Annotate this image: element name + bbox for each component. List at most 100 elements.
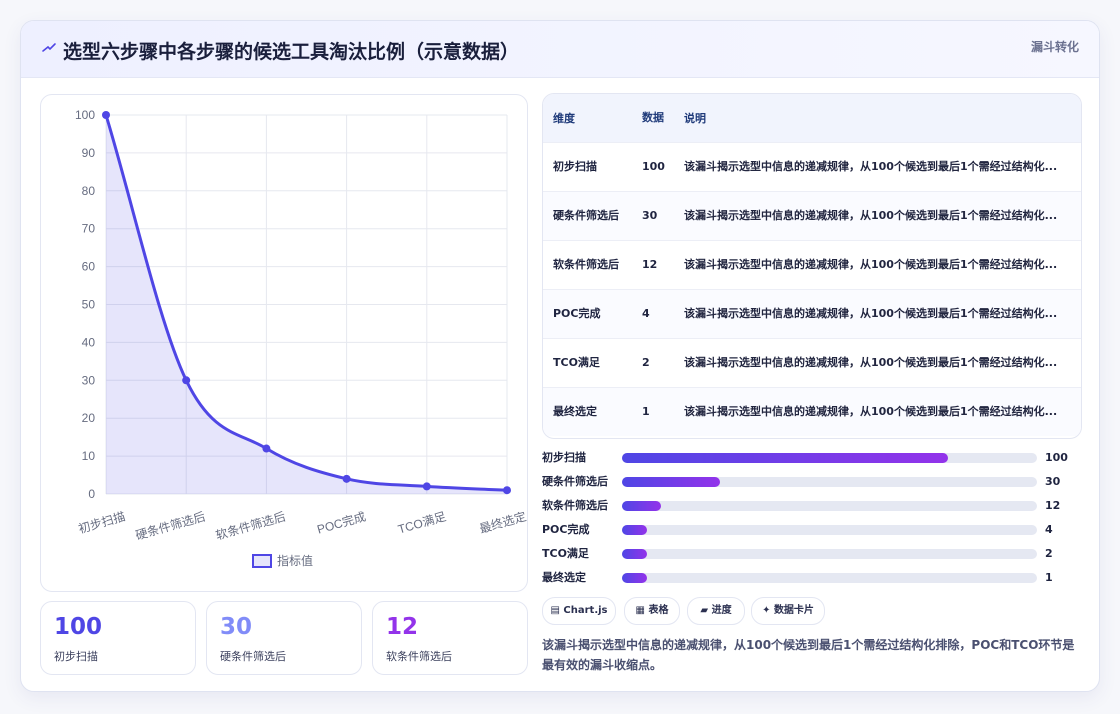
chart-panel: 0 10 20 30 40 50 60 70 80 90 100 初步扫描 硬条件筛选后 软条件筛选后 PO… bbox=[40, 94, 528, 592]
chip-2[interactable]: ▰ 进度 bbox=[687, 597, 745, 625]
chip-1[interactable]: ▦ 表格 bbox=[624, 597, 680, 625]
y-tick-label: 60 bbox=[82, 260, 96, 274]
progress-row: 最终选定 1 bbox=[542, 570, 1082, 586]
data-point bbox=[342, 474, 351, 483]
cell-description: 该漏斗揭示选型中信息的递减规律，从100个候选到最后1个需经过结构化... bbox=[674, 191, 1081, 241]
progress-label: 软条件筛选后 bbox=[542, 499, 608, 512]
chip-label: Chart.js bbox=[563, 605, 608, 616]
chip-label: 进度 bbox=[711, 605, 732, 616]
y-tick-label: 40 bbox=[82, 335, 96, 349]
table-row: 初步扫描 100 该漏斗揭示选型中信息的递减规律，从100个候选到最后1个需经过结构… bbox=[543, 142, 1081, 192]
progress-track bbox=[622, 573, 1037, 583]
y-tick-label: 20 bbox=[82, 411, 96, 425]
cell-description: 该漏斗揭示选型中信息的递减规律，从100个候选到最后1个需经过结构化... bbox=[674, 387, 1081, 436]
table-row: TCO满足 2 该漏斗揭示选型中信息的递减规律，从100个候选到最后1个需经过结构化… bbox=[543, 338, 1081, 388]
kpi-label: 软条件筛选后 bbox=[386, 650, 452, 663]
x-tick-label: POC完成 bbox=[315, 508, 367, 536]
data-point bbox=[262, 444, 271, 453]
progress-track bbox=[622, 525, 1037, 535]
y-tick-label: 30 bbox=[82, 373, 96, 387]
data-point bbox=[503, 486, 511, 495]
progress-fill bbox=[622, 453, 948, 463]
kpi-card: 100 初步扫描 bbox=[40, 601, 196, 675]
y-tick-label: 80 bbox=[82, 184, 96, 198]
progress-row: 软条件筛选后 12 bbox=[542, 498, 1082, 514]
cell-value: 1 bbox=[632, 387, 674, 436]
progress-track bbox=[622, 549, 1037, 559]
table-row: POC完成 4 该漏斗揭示选型中信息的递减规律，从100个候选到最后1个需经过结构化… bbox=[543, 289, 1081, 339]
y-tick-label: 100 bbox=[75, 108, 95, 122]
y-tick-label: 90 bbox=[82, 146, 96, 160]
chip-icon: ▤ bbox=[550, 605, 560, 616]
x-tick-label: 软条件筛选后 bbox=[214, 508, 287, 542]
x-tick-label: 初步扫描 bbox=[77, 509, 127, 536]
progress-fill bbox=[622, 573, 647, 583]
chip-icon: ▦ bbox=[635, 605, 645, 616]
chip-3[interactable]: ✦ 数据卡片 bbox=[751, 597, 825, 625]
progress-label: 最终选定 bbox=[542, 571, 586, 584]
progress-label: 硬条件筛选后 bbox=[542, 475, 608, 488]
cell-description: 该漏斗揭示选型中信息的递减规律，从100个候选到最后1个需经过结构化... bbox=[674, 142, 1081, 192]
progress-fill bbox=[622, 549, 647, 559]
progress-row: TCO满足 2 bbox=[542, 546, 1082, 562]
kpi-label: 初步扫描 bbox=[54, 650, 98, 663]
cell-value: 4 bbox=[632, 289, 674, 339]
progress-fill bbox=[622, 501, 661, 511]
cell-description: 该漏斗揭示选型中信息的递减规律，从100个候选到最后1个需经过结构化... bbox=[674, 338, 1081, 388]
cell-dimension: 最终选定 bbox=[543, 387, 632, 436]
y-tick-label: 70 bbox=[82, 222, 96, 236]
x-tick-label: 硬条件筛选后 bbox=[134, 508, 207, 542]
area-chart: 0 10 20 30 40 50 60 70 80 90 100 初步扫描 硬条件筛选后 软条件筛选后 PO… bbox=[75, 108, 527, 568]
y-tick-label: 0 bbox=[88, 487, 95, 501]
progress-label: POC完成 bbox=[542, 523, 590, 536]
data-point bbox=[102, 111, 110, 119]
x-tick-label: TCO满足 bbox=[396, 509, 447, 536]
cell-value: 2 bbox=[632, 338, 674, 388]
legend-label: 指标值 bbox=[277, 553, 313, 568]
cell-description: 该漏斗揭示选型中信息的递减规律，从100个候选到最后1个需经过结构化... bbox=[674, 240, 1081, 290]
progress-value: 30 bbox=[1045, 475, 1061, 488]
progress-label: TCO满足 bbox=[542, 547, 589, 560]
bolt-icon bbox=[42, 43, 56, 52]
table-header-row: 维度 数据 说明 bbox=[543, 94, 1081, 143]
header-description: 说明 bbox=[674, 94, 1081, 143]
y-tick-label: 50 bbox=[82, 298, 96, 312]
progress-row: 硬条件筛选后 30 bbox=[542, 474, 1082, 490]
data-table: 维度 数据 说明 初步扫描 100 该漏斗揭示选型中信息的递减规律，从100个候选到… bbox=[543, 94, 1081, 436]
funnel-badge: 漏斗转化 bbox=[1030, 40, 1079, 54]
progress-value: 12 bbox=[1045, 499, 1061, 512]
page-title: 选型六步骤中各步骤的候选工具淘汰比例（示意数据） bbox=[63, 41, 520, 63]
progress-value: 1 bbox=[1045, 571, 1053, 584]
cell-value: 30 bbox=[632, 191, 674, 241]
progress-row: 初步扫描 100 bbox=[542, 450, 1082, 466]
cell-description: 该漏斗揭示选型中信息的递减规律，从100个候选到最后1个需经过结构化... bbox=[674, 289, 1081, 339]
summary-text: 该漏斗揭示选型中信息的递减规律，从100个候选到最后1个需经过结构化排除，POC… bbox=[542, 638, 1075, 672]
progress-row: POC完成 4 bbox=[542, 522, 1082, 538]
chip-label: 表格 bbox=[648, 605, 669, 616]
data-point bbox=[182, 376, 191, 385]
cell-dimension: 硬条件筛选后 bbox=[543, 191, 632, 241]
header-data: 数据 bbox=[632, 94, 674, 143]
progress-label: 初步扫描 bbox=[542, 451, 586, 464]
header-dimension: 维度 bbox=[543, 94, 632, 143]
table-row: 软条件筛选后 12 该漏斗揭示选型中信息的递减规律，从100个候选到最后1个需经过结… bbox=[543, 240, 1081, 290]
progress-track bbox=[622, 453, 1037, 463]
chip-0[interactable]: ▤ Chart.js bbox=[542, 597, 616, 625]
data-table-panel: 维度 数据 说明 初步扫描 100 该漏斗揭示选型中信息的递减规律，从100个候选到… bbox=[542, 93, 1082, 439]
chip-icon: ▰ bbox=[700, 605, 709, 616]
kpi-label: 硬条件筛选后 bbox=[220, 650, 286, 663]
table-row: 最终选定 1 该漏斗揭示选型中信息的递减规律，从100个候选到最后1个需经过结构化.… bbox=[543, 387, 1081, 436]
cell-value: 100 bbox=[632, 142, 674, 192]
header: 选型六步骤中各步骤的候选工具淘汰比例（示意数据） 漏斗转化 bbox=[21, 21, 1099, 78]
y-tick-label: 10 bbox=[82, 449, 96, 463]
progress-value: 4 bbox=[1045, 523, 1053, 536]
cell-dimension: 初步扫描 bbox=[543, 142, 632, 192]
progress-track bbox=[622, 477, 1037, 487]
data-point bbox=[422, 482, 431, 491]
cell-dimension: TCO满足 bbox=[543, 338, 632, 388]
cell-dimension: POC完成 bbox=[543, 289, 632, 339]
kpi-value: 100 bbox=[54, 614, 103, 640]
card: 选型六步骤中各步骤的候选工具淘汰比例（示意数据） 漏斗转化 0 10 20 30 40 5… bbox=[20, 20, 1100, 692]
chip-label: 数据卡片 bbox=[773, 605, 814, 616]
cell-value: 12 bbox=[632, 240, 674, 290]
